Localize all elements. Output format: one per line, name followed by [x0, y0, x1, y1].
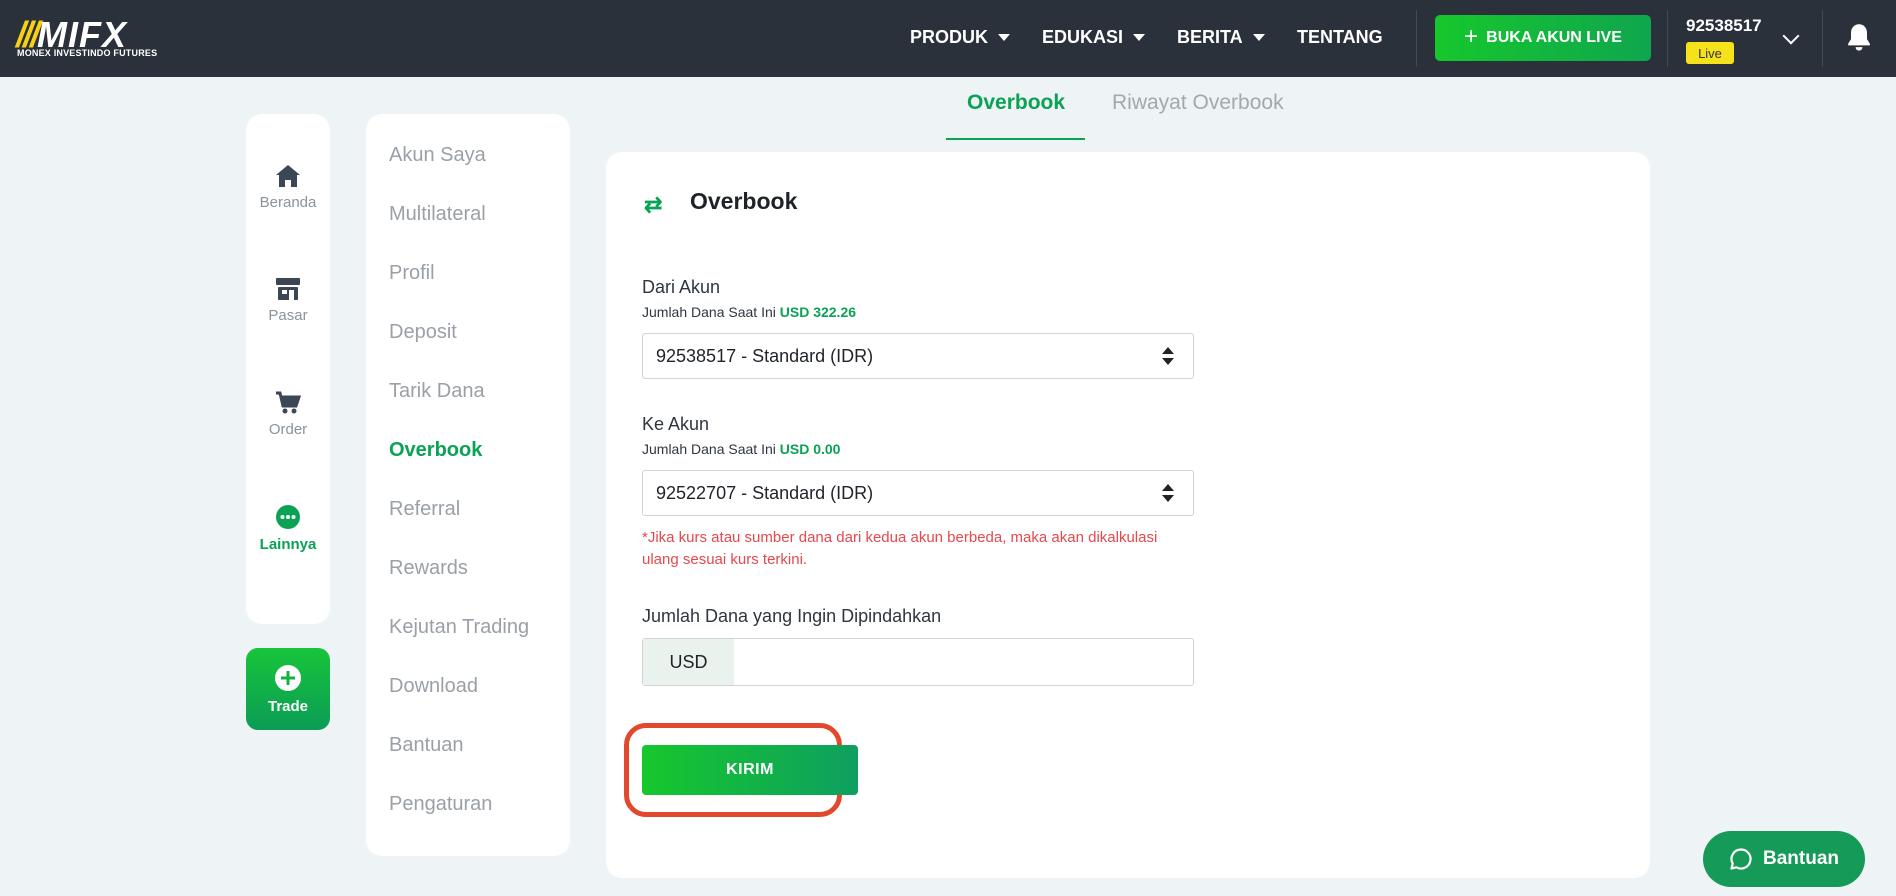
account-number[interactable]: 92538517	[1686, 16, 1762, 36]
sidebar-item-lainnya[interactable]: Lainnya	[246, 504, 330, 553]
trade-button[interactable]: Trade	[246, 648, 330, 730]
nav-divider	[1822, 10, 1823, 67]
submit-button[interactable]: KIRIM	[642, 745, 858, 795]
trade-label: Trade	[267, 697, 309, 715]
amount-field: USD	[642, 638, 1194, 686]
balance-amount: USD 0.00	[779, 441, 841, 457]
sidebar-item-order[interactable]: Order	[246, 391, 330, 438]
chevron-down-icon[interactable]	[1782, 27, 1800, 45]
menu-item-download[interactable]: Download	[389, 675, 478, 698]
account-type-badge: Live	[1686, 42, 1734, 64]
sidebar-item-beranda[interactable]: Beranda	[246, 164, 330, 211]
amount-input[interactable]	[734, 639, 1193, 685]
menu-item-akun-saya[interactable]: Akun Saya	[389, 144, 486, 167]
menu-item-multilateral[interactable]: Multilateral	[389, 203, 486, 226]
from-account-select[interactable]: 92538517 - Standard (IDR)	[642, 333, 1194, 379]
to-account-select[interactable]: 92522707 - Standard (IDR)	[642, 470, 1194, 516]
balance-prefix: Jumlah Dana Saat Ini	[642, 441, 776, 457]
balance-prefix: Jumlah Dana Saat Ini	[642, 304, 776, 320]
menu-item-rewards[interactable]: Rewards	[389, 557, 468, 580]
help-label: Bantuan	[1763, 848, 1839, 869]
nav-divider	[1416, 10, 1417, 67]
nav-tentang-label: TENTANG	[1297, 27, 1383, 47]
sidebar-item-label: Order	[268, 421, 308, 438]
chat-bubble-icon	[1730, 848, 1752, 870]
caret-down-icon	[998, 34, 1011, 41]
tab-overbook[interactable]: Overbook	[967, 91, 1065, 115]
home-icon	[276, 165, 300, 187]
nav-produk-label: PRODUK	[910, 27, 989, 47]
sidebar-item-label: Beranda	[259, 194, 317, 211]
to-account-value: 92522707 - Standard (IDR)	[656, 482, 874, 503]
mifx-logo[interactable]: ///MIFX MONEX INVESTINDO FUTURES	[16, 14, 168, 60]
balance-amount: USD 322.26	[779, 304, 857, 320]
menu-item-overbook[interactable]: Overbook	[389, 439, 482, 462]
swap-arrows-icon: ⇄	[644, 192, 663, 217]
more-icon	[276, 505, 300, 529]
currency-prefix: USD	[643, 639, 734, 685]
cart-icon	[276, 391, 301, 414]
caret-down-icon	[1133, 34, 1146, 41]
open-live-account-button[interactable]: + BUKA AKUN LIVE	[1435, 15, 1651, 61]
menu-item-tarik-dana[interactable]: Tarik Dana	[389, 380, 485, 403]
from-account-label: Dari Akun	[642, 277, 721, 297]
tab-riwayat-overbook[interactable]: Riwayat Overbook	[1112, 91, 1284, 115]
icon-sidebar: Beranda Pasar Order Lainnya	[246, 114, 330, 624]
overbook-card: ⇄ Overbook Dari Akun Jumlah Dana Saat In…	[606, 152, 1650, 878]
nav-divider	[1667, 10, 1668, 67]
active-tab-indicator	[946, 138, 1085, 140]
nav-tentang[interactable]: TENTANG	[1297, 27, 1383, 48]
menu-item-deposit[interactable]: Deposit	[389, 321, 457, 344]
nav-edukasi[interactable]: EDUKASI	[1042, 27, 1146, 48]
sidebar-item-label: Pasar	[268, 307, 308, 324]
menu-item-profil[interactable]: Profil	[389, 262, 435, 285]
amount-label: Jumlah Dana yang Ingin Dipindahkan	[642, 606, 942, 626]
open-live-account-label: BUKA AKUN LIVE	[1486, 29, 1622, 46]
nav-edukasi-label: EDUKASI	[1042, 27, 1124, 47]
caret-down-icon	[1252, 34, 1265, 41]
bell-icon[interactable]	[1845, 22, 1873, 54]
card-title: Overbook	[690, 188, 798, 214]
nav-berita[interactable]: BERITA	[1177, 27, 1265, 48]
menu-item-bantuan[interactable]: Bantuan	[389, 734, 464, 757]
from-account-balance: Jumlah Dana Saat Ini USD 322.26	[642, 304, 856, 320]
exchange-rate-warning: *Jika kurs atau sumber dana dari kedua a…	[642, 527, 1202, 571]
top-navbar: ///MIFX MONEX INVESTINDO FUTURES PRODUK …	[0, 0, 1896, 77]
plus-icon: +	[1464, 22, 1479, 50]
nav-produk[interactable]: PRODUK	[910, 27, 1011, 48]
select-arrows-icon	[1162, 484, 1174, 504]
logo-tagline: MONEX INVESTINDO FUTURES	[17, 48, 158, 58]
sidebar-item-pasar[interactable]: Pasar	[246, 277, 330, 324]
menu-item-kejutan-trading[interactable]: Kejutan Trading	[389, 616, 529, 639]
warning-line: *Jika kurs atau sumber dana dari kedua a…	[642, 529, 1158, 546]
select-arrows-icon	[1162, 347, 1174, 367]
to-account-label: Ke Akun	[642, 414, 710, 434]
account-menu: Akun Saya Multilateral Profil Deposit Ta…	[366, 114, 570, 856]
menu-item-pengaturan[interactable]: Pengaturan	[389, 793, 492, 816]
warning-line: ulang sesuai kurs terkini.	[642, 551, 808, 568]
nav-berita-label: BERITA	[1177, 27, 1243, 47]
store-icon	[276, 278, 300, 300]
to-account-balance: Jumlah Dana Saat Ini USD 0.00	[642, 441, 840, 457]
from-account-value: 92538517 - Standard (IDR)	[656, 345, 874, 366]
help-chat-button[interactable]: Bantuan	[1703, 831, 1865, 887]
plus-circle-icon	[275, 664, 301, 691]
sidebar-item-label: Lainnya	[259, 536, 317, 553]
menu-item-referral[interactable]: Referral	[389, 498, 460, 521]
